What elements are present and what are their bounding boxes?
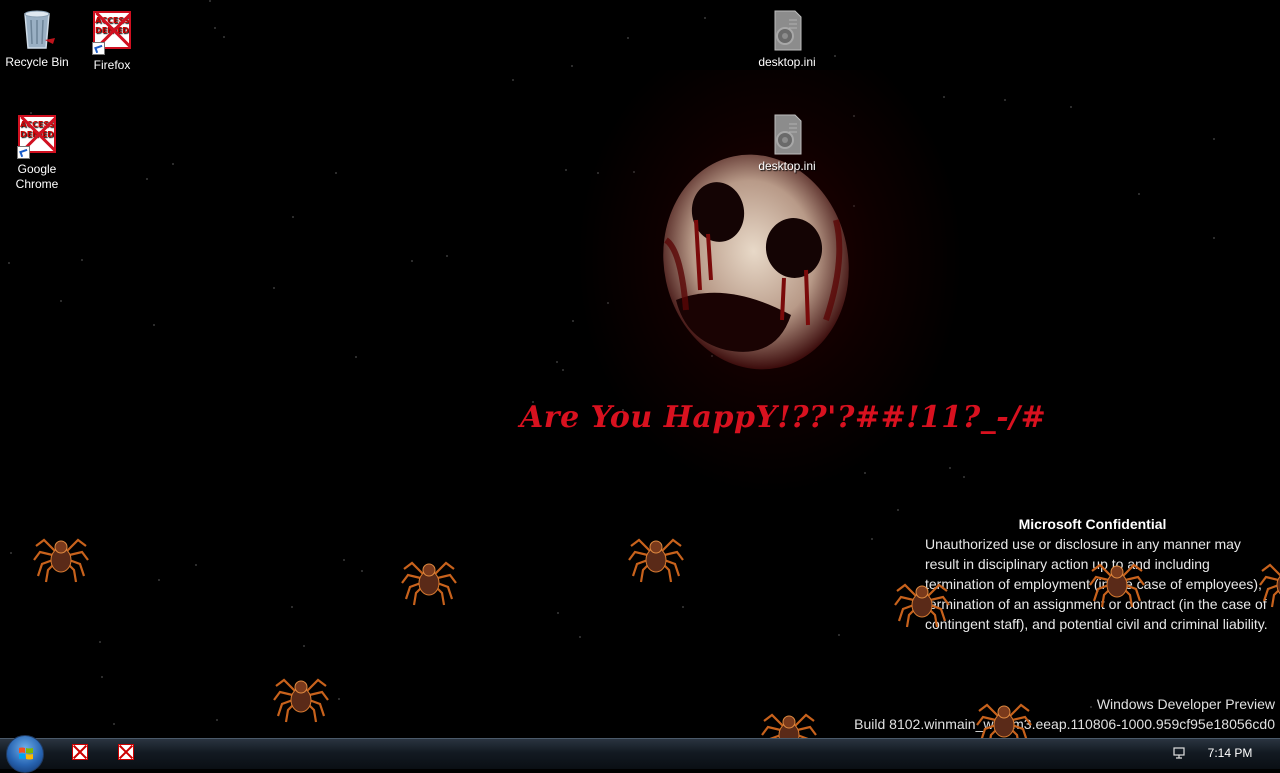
desktop[interactable]: Are You HappY!??'?##!11?_-/# Recycle Bin…: [0, 0, 1280, 738]
build-line-2: Build 8102.winmain_win8m3.eeap.110806-10…: [854, 716, 1275, 732]
network-icon[interactable]: [1172, 746, 1186, 760]
star: [627, 37, 629, 39]
spider-icon: [1259, 563, 1280, 608]
star: [153, 324, 155, 326]
star: [557, 612, 559, 614]
build-line-1: Windows Developer Preview: [1096, 696, 1275, 712]
spider-icon: [33, 538, 89, 583]
star: [214, 27, 216, 29]
star: [1213, 138, 1215, 140]
shortcut-arrow-icon: [92, 42, 105, 55]
star: [512, 79, 514, 81]
access-denied-icon: ACCESS DENIED: [90, 11, 134, 55]
star: [897, 509, 899, 511]
star: [60, 300, 62, 302]
star: [446, 255, 448, 257]
config-file-icon: [765, 112, 809, 156]
star: [579, 636, 581, 638]
star: [682, 606, 684, 608]
firefox-label: Firefox: [93, 58, 131, 72]
star: [1004, 99, 1006, 101]
star: [411, 260, 413, 262]
recycle-bin-desktop-icon[interactable]: Recycle Bin: [0, 8, 75, 70]
start-button[interactable]: [6, 735, 44, 773]
desktop-ini-icon-1[interactable]: desktop.ini: [749, 8, 825, 70]
star: [273, 287, 275, 289]
spider-icon: [894, 583, 950, 628]
spider-icon: [628, 538, 684, 583]
config-file-icon: [765, 8, 809, 52]
star: [8, 262, 10, 264]
google-chrome-label: Google Chrome: [15, 162, 59, 191]
windows-logo-icon: [19, 747, 33, 760]
spider-icon: [273, 678, 329, 723]
access-denied-icon: ACCESS DENIED: [15, 115, 59, 159]
star: [338, 698, 340, 700]
recycle-bin-label: Recycle Bin: [5, 55, 69, 69]
star: [834, 55, 836, 57]
star: [1213, 237, 1215, 239]
star: [81, 259, 83, 261]
star: [158, 579, 160, 581]
taskbar: 7:14 PM: [0, 735, 1280, 773]
star: [113, 723, 115, 725]
star: [335, 172, 337, 174]
star: [303, 645, 305, 647]
desktop-ini-label: desktop.ini: [758, 159, 816, 173]
star: [10, 552, 12, 554]
star: [871, 538, 873, 540]
star: [355, 356, 357, 358]
google-chrome-desktop-icon[interactable]: ACCESS DENIED Google Chrome: [0, 112, 75, 192]
recycle-bin-icon: [15, 8, 59, 52]
wallpaper-face-image: [663, 154, 849, 370]
taskbar-access-denied-icon-2[interactable]: [118, 744, 134, 760]
spider-icon: [1089, 563, 1145, 608]
star: [101, 676, 103, 678]
build-watermark: Windows Developer Preview Build 8102.win…: [854, 694, 1275, 734]
star: [556, 361, 558, 363]
star: [565, 169, 567, 171]
shortcut-arrow-icon: [17, 146, 30, 159]
star: [343, 559, 345, 561]
star: [571, 65, 573, 67]
spider-icon: [976, 703, 1032, 738]
notice-title: Microsoft Confidential: [1018, 516, 1167, 532]
star: [562, 369, 564, 371]
star: [291, 606, 293, 608]
star: [195, 564, 197, 566]
star: [963, 476, 965, 478]
desktop-ini-label: desktop.ini: [758, 55, 816, 69]
star: [223, 36, 225, 38]
star: [146, 178, 148, 180]
firefox-desktop-icon[interactable]: ACCESS DENIED Firefox: [74, 8, 150, 73]
star: [704, 17, 706, 19]
star: [292, 216, 294, 218]
spider-icon: [761, 713, 817, 738]
star: [838, 634, 840, 636]
star: [572, 320, 574, 322]
star: [172, 163, 174, 165]
taskbar-access-denied-icon-1[interactable]: [72, 744, 88, 760]
star: [1070, 106, 1072, 108]
star: [209, 0, 211, 2]
star: [361, 570, 363, 572]
star: [216, 719, 218, 721]
desktop-ini-icon-2[interactable]: desktop.ini: [749, 112, 825, 174]
star: [99, 641, 101, 643]
wallpaper-slogan: Are You HappY!??'?##!11?_-/#: [520, 400, 1047, 435]
star: [1138, 193, 1140, 195]
taskbar-clock[interactable]: 7:14 PM: [1200, 746, 1260, 760]
spider-icon: [401, 561, 457, 606]
